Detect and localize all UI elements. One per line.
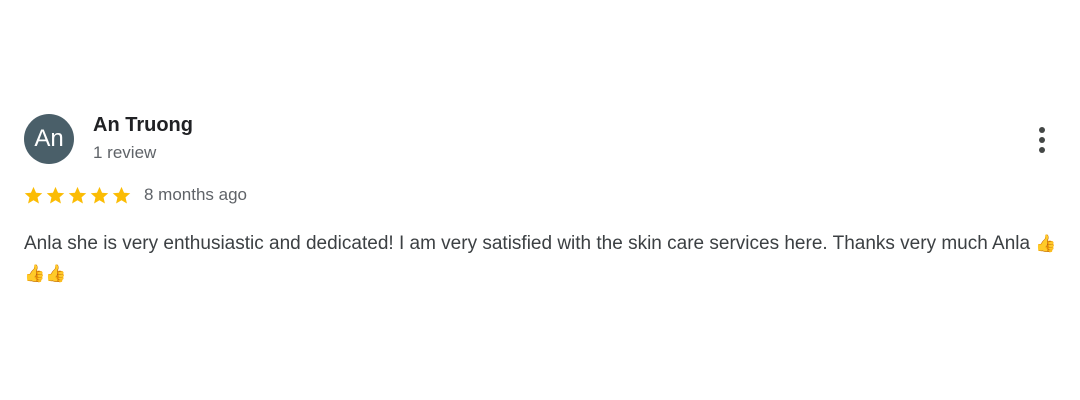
- avatar[interactable]: An: [24, 114, 74, 164]
- star-icon: [45, 185, 66, 206]
- author-name[interactable]: An Truong: [93, 114, 193, 137]
- review-body: Anla she is very enthusiastic and dedica…: [24, 233, 1031, 254]
- more-vert-icon-dot: [1039, 137, 1045, 143]
- star-icon: [89, 185, 110, 206]
- rating-row: 8 months ago: [23, 183, 247, 207]
- review-time: 8 months ago: [144, 185, 248, 204]
- more-vert-icon-dot: [1039, 147, 1045, 153]
- more-options-button[interactable]: [1029, 122, 1055, 158]
- avatar-initials: An: [34, 125, 64, 152]
- more-vert-icon: [1039, 127, 1045, 133]
- star-rating: [23, 185, 132, 206]
- star-icon: [111, 185, 132, 206]
- star-icon: [23, 185, 44, 206]
- review-card: An An Truong 1 review 8 months ago Anla …: [0, 0, 1080, 400]
- star-icon: [67, 185, 88, 206]
- review-text: Anla she is very enthusiastic and dedica…: [24, 229, 1059, 289]
- author-review-count: 1 review: [93, 143, 157, 162]
